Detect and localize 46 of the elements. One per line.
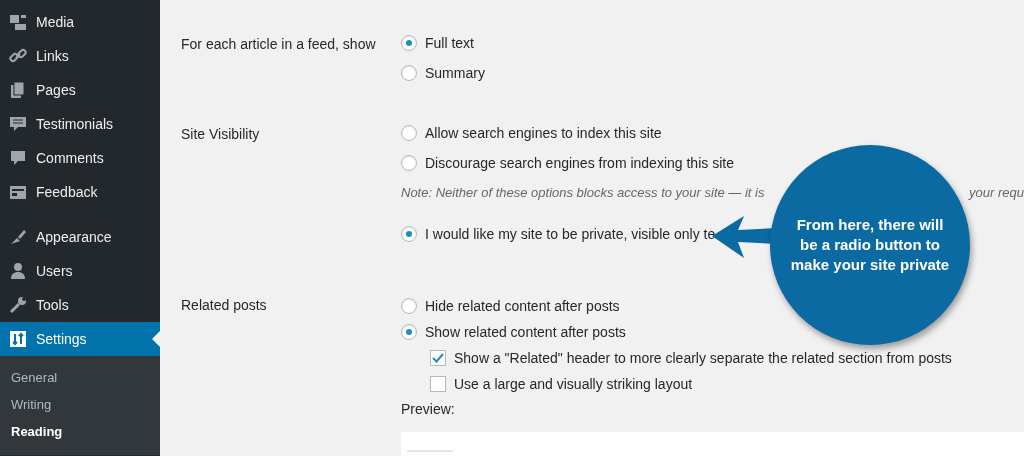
option-label: Show a "Related" header to more clearly separate the related section from posts (454, 348, 952, 368)
comment-icon (8, 148, 28, 168)
submenu-item[interactable]: Writing (0, 391, 160, 418)
sidebar-item[interactable]: Comments (0, 141, 160, 175)
sidebar-item[interactable]: Feedback (0, 175, 160, 209)
pointer-icon (152, 331, 160, 347)
sidebar-item[interactable]: Settings (0, 322, 160, 356)
radio-button[interactable] (401, 35, 417, 51)
radio-button[interactable] (401, 324, 417, 340)
option-label: I would like my site to be private, visible only te (425, 224, 716, 244)
speech-bubble-icon (8, 114, 28, 134)
settings-icon (8, 329, 28, 349)
submenu-item[interactable]: General (0, 364, 160, 391)
sidebar-item[interactable]: Testimonials (0, 107, 160, 141)
option-label: Summary (425, 63, 485, 83)
option-label: Allow search engines to index this site (425, 123, 662, 143)
setting-label: Site Visibility (181, 126, 260, 142)
wrench-icon (8, 295, 28, 315)
setting-label: Related posts (181, 297, 267, 313)
checkbox[interactable] (430, 376, 446, 392)
note-text: your requ (969, 184, 1024, 203)
media-icon (8, 12, 28, 32)
callout-text: From here, there will be a radio button to make your site private (770, 145, 970, 345)
sidebar-item[interactable]: Appearance (0, 220, 160, 254)
submenu-item[interactable]: Reading (0, 418, 160, 445)
checkbox[interactable] (430, 350, 446, 366)
option-label: Discourage search engines from indexing this site (425, 153, 734, 173)
preview-line (407, 448, 453, 453)
note-text: Note: Neither of these options blocks access to your site — it is (401, 184, 765, 203)
sidebar-item[interactable]: Tools (0, 288, 160, 322)
sidebar-item[interactable]: Pages (0, 73, 160, 107)
user-icon (8, 261, 28, 281)
option-label: Show related content after posts (425, 322, 626, 342)
preview-label: Preview: (401, 399, 455, 419)
sidebar-item[interactable]: Users (0, 254, 160, 288)
option-label: Hide related content after posts (425, 296, 620, 316)
setting-label: For each article in a feed, show (181, 36, 376, 52)
option-label: Use a large and visually striking layout (454, 374, 693, 394)
option-label: Full text (425, 33, 474, 53)
sidebar-item[interactable]: Links (0, 39, 160, 73)
radio-button[interactable] (401, 155, 417, 171)
radio-button[interactable] (401, 125, 417, 141)
radio-button[interactable] (401, 65, 417, 81)
radio-button[interactable] (401, 226, 417, 242)
radio-button[interactable] (401, 298, 417, 314)
sidebar-item[interactable]: Media (0, 5, 160, 39)
